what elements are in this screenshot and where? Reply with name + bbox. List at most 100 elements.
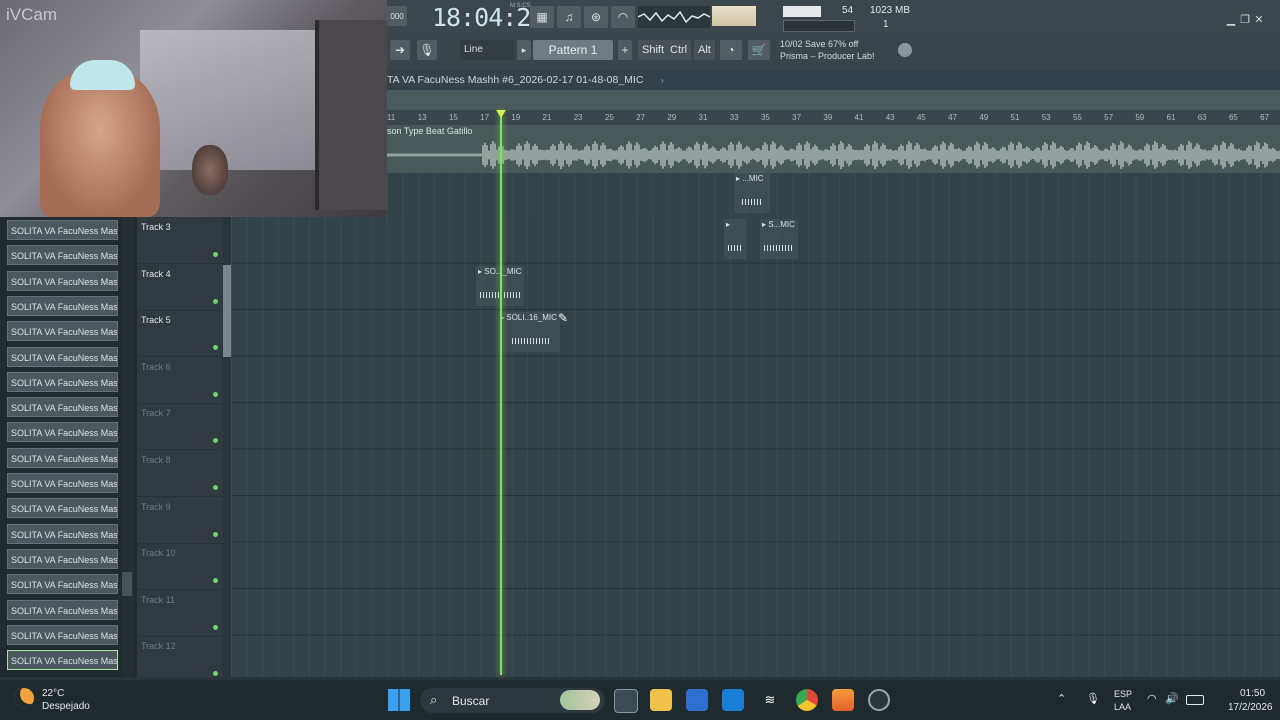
track-name: Track 8 <box>141 455 171 465</box>
channel-button[interactable]: SOLITA VA FacuNess Mash... <box>7 447 118 468</box>
channel-button[interactable]: SOLITA VA FacuNess Mash... <box>7 548 118 569</box>
playlist-grid-upper[interactable] <box>387 173 1280 217</box>
channel-button[interactable]: SOLITA VA FacuNess Mash... <box>7 624 118 645</box>
fl-studio-icon[interactable] <box>832 689 854 711</box>
microsoft-store-icon[interactable] <box>686 689 708 711</box>
track-header[interactable]: Track 7 <box>137 403 223 451</box>
shop-cart-icon[interactable]: 🛒 <box>748 40 770 60</box>
piano-roll-icon[interactable]: ▦ <box>530 6 554 28</box>
close-icon[interactable]: ✕ <box>1252 13 1266 26</box>
channel-button[interactable]: SOLITA VA FacuNess Mash... <box>7 473 118 493</box>
track-header[interactable]: Track 8 <box>137 450 223 497</box>
track-mute-led-icon[interactable] <box>213 438 218 444</box>
promo-line1[interactable]: 10/02 Save 67% off <box>780 39 858 49</box>
audio-clip[interactable]: ▸ <box>724 219 746 259</box>
webcam-overlay <box>0 0 387 217</box>
battery-icon[interactable] <box>1186 695 1204 705</box>
next-arrow-icon[interactable]: ➜ <box>390 40 410 60</box>
loop-record-icon[interactable]: ⊛ <box>584 6 608 28</box>
metronome-icon[interactable]: ◠ <box>611 6 635 28</box>
task-view-icon[interactable] <box>614 689 638 713</box>
globe-icon[interactable] <box>898 43 912 57</box>
pattern-selector[interactable]: Pattern 1 <box>533 40 613 60</box>
outlook-icon[interactable] <box>722 689 744 711</box>
channel-button[interactable]: SOLITA VA FacuNess Mash... <box>7 245 118 266</box>
weather-description[interactable]: Despejado <box>42 701 90 712</box>
weather-temperature[interactable]: 22°C <box>42 688 64 699</box>
promo-line2[interactable]: Prisma – Producer Lab! <box>780 51 875 61</box>
cpu-meter <box>783 6 821 17</box>
help-icon[interactable]: ◔ <box>720 40 742 60</box>
microphone-icon[interactable]: 🎙 <box>417 40 437 60</box>
track-mute-led-icon[interactable] <box>213 298 218 304</box>
add-pattern-icon[interactable]: + <box>618 40 632 60</box>
track-mute-led-icon[interactable] <box>213 345 218 351</box>
channel-button[interactable]: SOLITA VA FacuNess Mash... <box>7 397 118 418</box>
track-header[interactable]: Track 3 <box>137 217 223 264</box>
volume-icon[interactable]: 🔊 <box>1165 692 1179 705</box>
windows-start-icon[interactable] <box>388 689 410 711</box>
track-header[interactable]: Track 12 <box>137 636 223 684</box>
channel-button[interactable]: SOLITA VA FacuNess Mash... <box>7 346 118 367</box>
timeline-ruler[interactable]: 11 13 15 17 19 21 23 25 27 29 31 33 35 37 39 41 43 45 47 49… <box>387 110 1280 125</box>
playlist-grid[interactable] <box>231 217 1280 677</box>
tidal-icon[interactable]: ≋ <box>759 689 781 711</box>
track-header[interactable]: Track 11 <box>137 590 223 637</box>
pattern-prev-icon[interactable]: ▸ <box>517 40 531 60</box>
track-header[interactable]: Track 10 <box>137 543 223 591</box>
ruler-tick-label: 29 <box>667 113 677 122</box>
playlist-scroll-overview[interactable] <box>387 90 1280 110</box>
track-mute-led-icon[interactable] <box>213 252 218 257</box>
ctrl-button[interactable]: Ctrl <box>666 40 692 60</box>
webcam-door <box>315 20 387 210</box>
tempo-display[interactable]: 000 <box>387 6 407 26</box>
keyboard-layout[interactable]: LAA <box>1114 702 1131 712</box>
mic-tray-icon[interactable]: 🎙 <box>1086 692 1100 705</box>
track-mute-led-icon[interactable] <box>213 485 218 490</box>
channel-button[interactable]: SOLITA VA FacuNess Mash... <box>7 295 118 316</box>
snap-select[interactable]: Line <box>460 40 514 60</box>
weather-moon-icon[interactable] <box>14 688 34 708</box>
clock-time[interactable]: 01:50 <box>1240 688 1265 699</box>
step-sequencer-icon[interactable]: ♫ <box>557 6 581 28</box>
language-code[interactable]: ESP <box>1114 689 1132 699</box>
channel-button[interactable]: SOLITA VA FacuNess Mash... <box>7 371 118 392</box>
track-mute-led-icon[interactable] <box>213 391 218 397</box>
track-mute-led-icon[interactable] <box>213 624 218 630</box>
restore-icon[interactable]: ❐ <box>1238 13 1252 26</box>
steam-icon[interactable] <box>868 689 890 711</box>
wifi-icon[interactable]: ◠ <box>1147 692 1157 705</box>
shift-button[interactable]: Shift <box>638 40 669 60</box>
playhead-marker[interactable] <box>496 110 506 118</box>
channel-button[interactable]: SOLITA VA FacuNess Mash... <box>7 220 118 240</box>
audio-clip[interactable]: ▸ SOLI..16_MIC <box>498 312 560 352</box>
minimize-icon[interactable]: ▁ <box>1224 13 1238 26</box>
track-mute-led-icon[interactable] <box>213 578 218 584</box>
track-header[interactable]: Track 4 <box>137 264 223 311</box>
channel-button[interactable]: SOLITA VA FacuNess Mash... <box>7 523 118 544</box>
track-header[interactable]: Track 6 <box>137 357 223 404</box>
audio-clip[interactable]: ▸ S...MIC <box>760 219 798 259</box>
track-header[interactable]: Track 5 <box>137 310 223 358</box>
channel-button[interactable]: SOLITA VA FacuNess Mash... <box>7 422 118 443</box>
search-highlight-icon[interactable] <box>560 690 600 710</box>
alt-button[interactable]: Alt <box>694 40 715 60</box>
track-scrollbar[interactable] <box>223 265 231 357</box>
track-mute-led-icon[interactable] <box>213 531 218 537</box>
clock-date[interactable]: 17/2/2026 <box>1228 702 1273 713</box>
channel-list-scrollbar[interactable] <box>122 217 134 677</box>
file-explorer-icon[interactable] <box>650 689 672 711</box>
channel-button[interactable]: SOLITA VA FacuNess Mash... <box>7 498 118 519</box>
tray-chevron-icon[interactable]: ⌃ <box>1057 692 1066 705</box>
channel-button[interactable]: SOLITA VA FacuNess Mash... <box>7 574 118 595</box>
track-mute-led-icon[interactable] <box>213 671 218 677</box>
audio-clip[interactable]: ▸ ...MIC <box>734 173 770 213</box>
track-header[interactable]: Track 9 <box>137 497 223 544</box>
channel-button[interactable]: SOLITA VA FacuNess Mash... <box>7 599 118 620</box>
master-volume-display[interactable] <box>712 6 756 26</box>
playhead[interactable] <box>500 110 502 675</box>
channel-button[interactable]: SOLITA VA FacuNess Mash... <box>7 321 118 342</box>
channel-button[interactable]: SOLITA VA FacuNess Mash... <box>7 650 118 671</box>
chrome-icon[interactable] <box>796 689 818 711</box>
channel-button[interactable]: SOLITA VA FacuNess Mash... <box>7 270 118 291</box>
